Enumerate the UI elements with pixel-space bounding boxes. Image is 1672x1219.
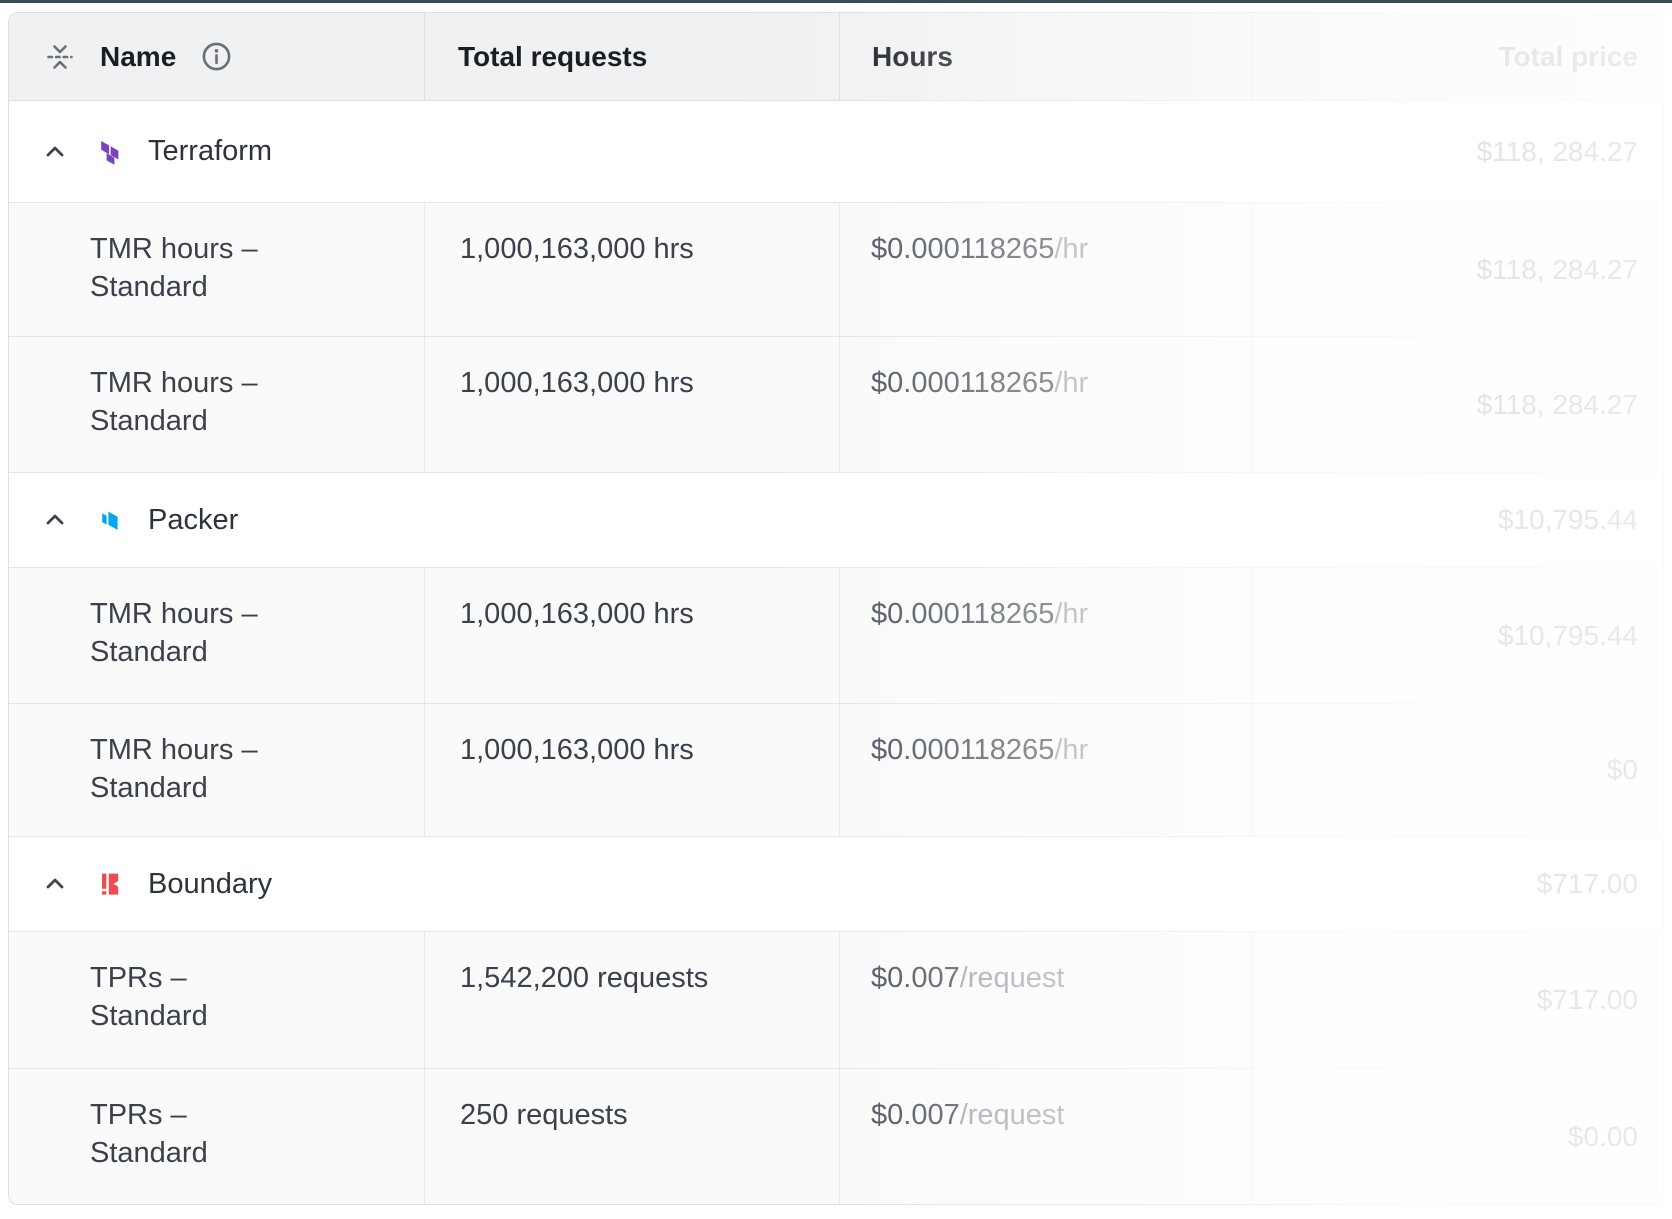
table-row: TMR hours – Standard 1,000,163,000 hrs $… [9,337,1663,473]
collapse-group-button[interactable] [42,507,68,533]
row-name: TMR hours – Standard [9,704,425,836]
row-name: TPRs – Standard [9,1069,425,1204]
row-quantity: 1,542,200 requests [425,932,840,1068]
chevron-up-icon [42,139,68,165]
collapse-all-icon[interactable] [45,42,75,72]
row-name: TMR hours – Standard [9,203,425,336]
row-name: TMR hours – Standard [9,568,425,703]
row-total-price: $118, 284.27 [1253,203,1663,336]
column-header-hours: Hours [840,13,1253,100]
row-quantity: 250 requests [425,1069,840,1204]
row-total-price: $717.00 [1253,932,1663,1068]
group-name: Packer [148,504,238,537]
packer-logo-icon [98,506,126,534]
usage-table: Name Total requests Hours Total price [8,12,1664,1205]
column-header-total-requests: Total requests [425,13,840,100]
row-rate: $0.000118265/hr [840,568,1253,703]
chevron-up-icon [42,871,68,897]
row-name: TPRs – Standard [9,932,425,1068]
top-accent-bar [0,0,1672,3]
info-icon[interactable] [201,41,232,72]
table-row: TPRs – Standard 250 requests $0.007/requ… [9,1069,1663,1204]
row-name: TMR hours – Standard [9,337,425,472]
group-total-price: $118, 284.27 [1477,136,1663,168]
chevron-up-icon [42,507,68,533]
row-total-price: $0 [1253,704,1663,836]
row-quantity: 1,000,163,000 hrs [425,203,840,336]
table-row: TMR hours – Standard 1,000,163,000 hrs $… [9,704,1663,837]
table-header-row: Name Total requests Hours Total price [9,13,1663,101]
name-column-label: Name [100,41,176,73]
group-name: Boundary [148,868,272,901]
boundary-logo-icon [98,870,126,898]
table-row: TPRs – Standard 1,542,200 requests $0.00… [9,932,1663,1069]
row-total-price: $118, 284.27 [1253,337,1663,472]
group-row-packer[interactable]: Packer $10,795.44 [9,473,1663,568]
row-rate: $0.000118265/hr [840,704,1253,836]
row-rate: $0.000118265/hr [840,337,1253,472]
column-header-total-price: Total price [1253,13,1663,100]
column-header-name: Name [9,13,425,100]
terraform-logo-icon [98,138,126,166]
row-total-price: $0.00 [1253,1069,1663,1204]
collapse-group-button[interactable] [42,871,68,897]
table-row: TMR hours – Standard 1,000,163,000 hrs $… [9,203,1663,337]
row-rate: $0.000118265/hr [840,203,1253,336]
group-total-price: $10,795.44 [1498,504,1663,536]
group-row-boundary[interactable]: Boundary $717.00 [9,837,1663,932]
row-quantity: 1,000,163,000 hrs [425,704,840,836]
row-total-price: $10,795.44 [1253,568,1663,703]
row-rate: $0.007/request [840,932,1253,1068]
row-quantity: 1,000,163,000 hrs [425,337,840,472]
row-quantity: 1,000,163,000 hrs [425,568,840,703]
table-row: TMR hours – Standard 1,000,163,000 hrs $… [9,568,1663,704]
collapse-group-button[interactable] [42,139,68,165]
group-name: Terraform [148,135,272,168]
row-rate: $0.007/request [840,1069,1253,1204]
group-total-price: $717.00 [1537,868,1663,900]
group-row-terraform[interactable]: Terraform $118, 284.27 [9,101,1663,203]
